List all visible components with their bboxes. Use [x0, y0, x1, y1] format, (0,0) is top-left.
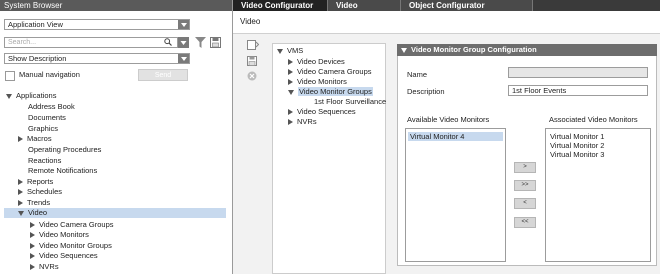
- chevron-right-icon[interactable]: [288, 109, 293, 116]
- chevron-right-icon[interactable]: [18, 179, 23, 186]
- description-field[interactable]: 1st Floor Events: [508, 85, 648, 96]
- add-all-button[interactable]: >>: [514, 180, 536, 191]
- tree-item-video-sequences[interactable]: Video Sequences: [30, 251, 98, 261]
- manual-nav-label: Manual navigation: [19, 70, 80, 79]
- associated-monitors-label: Associated Video Monitors: [549, 115, 638, 124]
- list-item[interactable]: Virtual Monitor 2: [550, 141, 648, 150]
- description-label: Description: [407, 87, 445, 96]
- chevron-right-icon[interactable]: [30, 222, 35, 229]
- tree2-item-video-monitors[interactable]: Video Monitors: [288, 77, 347, 87]
- chevron-right-icon[interactable]: [18, 136, 23, 143]
- description-select-value: Show Description: [8, 54, 67, 63]
- tree2-item-video-devices[interactable]: Video Devices: [288, 57, 345, 67]
- list-item[interactable]: Virtual Monitor 4: [408, 132, 503, 141]
- chevron-down-icon[interactable]: [277, 48, 283, 54]
- tree-item-address-book[interactable]: Address Book: [28, 102, 75, 112]
- panel-title: System Browser: [0, 0, 232, 11]
- tree-item-reports[interactable]: Reports: [18, 177, 53, 187]
- tree2-item-video-monitor-groups[interactable]: Video Monitor Groups: [288, 87, 373, 97]
- tree2-item-1st-floor-surveillance[interactable]: 1st Floor Surveillance: [314, 97, 386, 107]
- tree-item-schedules[interactable]: Schedules: [18, 187, 62, 197]
- chevron-down-icon[interactable]: [401, 47, 407, 53]
- chevron-down-icon[interactable]: [18, 210, 24, 216]
- tree-item-operating-procedures[interactable]: Operating Procedures: [28, 145, 101, 155]
- tree2-item-video-sequences[interactable]: Video Sequences: [288, 107, 356, 117]
- page-title: Video: [240, 17, 261, 26]
- tree-item-graphics[interactable]: Graphics: [28, 124, 58, 134]
- chevron-right-icon[interactable]: [18, 189, 23, 196]
- tree-item-nvrs[interactable]: NVRs: [30, 262, 59, 272]
- tab-bar: Video Configurator Video Object Configur…: [233, 0, 660, 11]
- list-item[interactable]: Virtual Monitor 3: [550, 150, 648, 159]
- tree-item-applications[interactable]: Applications: [6, 91, 56, 101]
- tree-item-trends[interactable]: Trends: [18, 198, 50, 208]
- chevron-right-icon[interactable]: [30, 232, 35, 239]
- subtitle-bar: Video: [233, 11, 660, 34]
- tree2-root-vms[interactable]: VMS: [277, 46, 303, 56]
- filter-icon[interactable]: [195, 37, 206, 48]
- chevron-right-icon[interactable]: [30, 253, 35, 260]
- chevron-down-icon[interactable]: [178, 20, 189, 29]
- tree-item-video-camera-groups[interactable]: Video Camera Groups: [30, 220, 113, 230]
- chevron-right-icon[interactable]: [288, 79, 293, 86]
- tree-item-documents[interactable]: Documents: [28, 113, 66, 123]
- search-icon[interactable]: [164, 38, 172, 46]
- chevron-right-icon[interactable]: [288, 59, 293, 66]
- tree2-item-video-camera-groups[interactable]: Video Camera Groups: [288, 67, 371, 77]
- chevron-right-icon[interactable]: [288, 119, 293, 126]
- tab-object-configurator[interactable]: Object Configurator: [401, 0, 533, 11]
- tree-item-video[interactable]: Video: [18, 208, 47, 218]
- chevron-right-icon[interactable]: [18, 200, 23, 207]
- chevron-down-icon[interactable]: [6, 93, 12, 99]
- send-button[interactable]: Send: [138, 69, 188, 81]
- chevron-right-icon[interactable]: [30, 243, 35, 250]
- tab-video[interactable]: Video: [328, 0, 401, 11]
- tree2-item-nvrs[interactable]: NVRs: [288, 117, 317, 127]
- save-icon[interactable]: [210, 37, 221, 48]
- tree-item-video-monitor-groups[interactable]: Video Monitor Groups: [30, 241, 112, 251]
- save-icon[interactable]: [247, 56, 257, 66]
- view-select[interactable]: Application View: [4, 19, 190, 30]
- tree-item-reactions[interactable]: Reactions: [28, 156, 61, 166]
- associated-monitors-list[interactable]: Virtual Monitor 1 Virtual Monitor 2 Virt…: [545, 128, 651, 262]
- tab-video-configurator[interactable]: Video Configurator: [233, 0, 328, 11]
- tree-item-macros[interactable]: Macros: [18, 134, 52, 144]
- delete-icon[interactable]: [247, 71, 257, 81]
- list-item[interactable]: Virtual Monitor 1: [550, 132, 648, 141]
- tree-item-remote-notifications[interactable]: Remote Notifications: [28, 166, 97, 176]
- chevron-right-icon[interactable]: [288, 69, 293, 76]
- tree-item-video-monitors[interactable]: Video Monitors: [30, 230, 89, 240]
- search-input[interactable]: Search...: [4, 37, 178, 48]
- search-dropdown-icon[interactable]: [178, 37, 189, 48]
- name-field[interactable]: [508, 67, 648, 78]
- name-label: Name: [407, 70, 428, 79]
- description-select[interactable]: Show Description: [4, 53, 190, 64]
- add-button[interactable]: >: [514, 162, 536, 173]
- chevron-down-icon[interactable]: [288, 89, 294, 95]
- remove-button[interactable]: <: [514, 198, 536, 209]
- new-object-icon[interactable]: [247, 40, 260, 50]
- available-monitors-list[interactable]: Virtual Monitor 4: [405, 128, 506, 262]
- chevron-down-icon[interactable]: [178, 54, 189, 63]
- config-panel-title: Video Monitor Group Configuration: [397, 44, 657, 56]
- available-monitors-label: Available Video Monitors: [407, 115, 490, 124]
- remove-all-button[interactable]: <<: [514, 217, 536, 228]
- chevron-right-icon[interactable]: [30, 264, 35, 271]
- manual-nav-checkbox[interactable]: [5, 71, 15, 81]
- view-select-value: Application View: [8, 20, 63, 29]
